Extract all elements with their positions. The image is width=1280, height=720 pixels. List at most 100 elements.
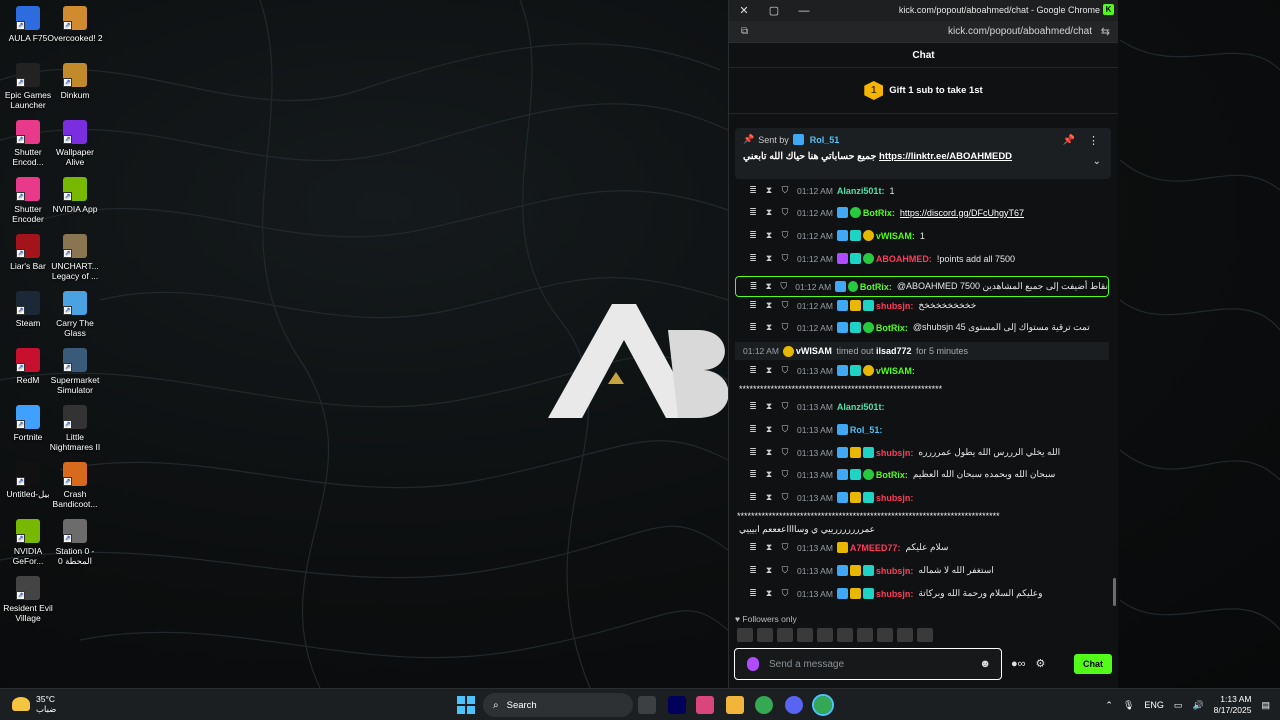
desktop-icon[interactable]: ↗ Overcooked! 2 (47, 6, 103, 43)
chat-message[interactable]: ≣ ⧗ ⛉ 01:13 AM shubsjn: استغفر الله لا شماله (729, 565, 1109, 576)
ban-user-icon[interactable]: ⛉ (777, 365, 793, 376)
ban-user-icon[interactable]: ⛉ (777, 300, 793, 311)
timeout-user-icon[interactable]: ⧗ (761, 469, 777, 480)
unpin-icon[interactable]: 📌 (1063, 135, 1075, 146)
emote-icon[interactable] (857, 628, 873, 642)
ban-user-icon[interactable]: ⛉ (777, 542, 793, 553)
gear-icon[interactable]: ⚙ (1036, 657, 1046, 670)
pin-message-icon[interactable]: ≣ (745, 253, 761, 264)
points-icon[interactable]: ●∞ (1011, 658, 1026, 670)
pin-message-icon[interactable]: ≣ (745, 230, 761, 241)
message-username[interactable]: A7MEED77: (850, 543, 901, 553)
desktop-icon[interactable]: ↗ Wallpaper Alive (47, 120, 103, 167)
ban-user-icon[interactable]: ⛉ (777, 322, 793, 333)
chat-message[interactable]: ≣ ⧗ ⛉ 01:13 AM Rol_51: (729, 424, 1109, 435)
ban-user-icon[interactable]: ⛉ (777, 469, 793, 480)
desktop-icon[interactable]: ↗ Dinkum (47, 63, 103, 100)
emote-icon[interactable] (917, 628, 933, 642)
pin-message-icon[interactable]: ≣ (746, 281, 761, 292)
gift-banner[interactable]: 1 Gift 1 sub to take 1st (729, 68, 1118, 114)
chat-input[interactable]: Send a message ☻ (734, 648, 1002, 680)
timeout-user-icon[interactable]: ⧗ (761, 588, 777, 599)
pin-message-icon[interactable]: ≣ (745, 492, 761, 503)
emote-icon[interactable] (877, 628, 893, 642)
desktop-icon[interactable]: ↗ Little Nightmares II (47, 405, 103, 452)
pinned-link[interactable]: https://linktr.ee/ABOAHMEDD (879, 151, 1012, 162)
ban-user-icon[interactable]: ⛉ (777, 207, 793, 218)
timeout-user-icon[interactable]: ⧗ (761, 565, 777, 576)
desktop-icon[interactable]: ↗ NVIDIA App (47, 177, 103, 214)
capcut-icon[interactable] (696, 696, 714, 714)
file-explorer-icon[interactable] (726, 696, 744, 714)
language-indicator[interactable]: ENG (1144, 700, 1164, 710)
ban-user-icon[interactable]: ⛉ (777, 253, 793, 264)
ban-user-icon[interactable]: ⛉ (777, 447, 793, 458)
emote-icon[interactable] (817, 628, 833, 642)
task-view-icon[interactable] (638, 696, 656, 714)
premiere-pro-icon[interactable] (668, 696, 686, 714)
emote-icon[interactable] (777, 628, 793, 642)
chat-message[interactable]: ≣ ⧗ ⛉ 01:12 AM Alanzi501t: 1 (729, 185, 1109, 196)
pin-message-icon[interactable]: ≣ (745, 542, 761, 553)
message-username[interactable]: BotRix: (876, 323, 908, 333)
start-button[interactable] (457, 696, 475, 714)
pinned-message[interactable]: 📌 Sent by Rol_51 جميع حساباتي هنا حياك ا… (735, 128, 1111, 179)
timeout-user-icon[interactable]: ⧗ (761, 424, 777, 435)
chat-message[interactable]: ≣ ⧗ ⛉ 01:12 AM ABOAHMED: !points add all 7500 (729, 253, 1109, 264)
chevron-down-icon[interactable]: ⌄ (1093, 156, 1101, 167)
timeout-user-icon[interactable]: ⧗ (761, 492, 777, 503)
pin-message-icon[interactable]: ≣ (745, 365, 761, 376)
network-icon[interactable]: ▭ (1174, 700, 1183, 711)
pin-message-icon[interactable]: ≣ (745, 469, 761, 480)
message-username[interactable]: ABOAHMED: (876, 254, 932, 264)
pin-message-icon[interactable]: ≣ (745, 588, 761, 599)
chat-message[interactable]: ≣ ⧗ ⛉ 01:12 AM BotRix: @shubsjn 45 تمت ترقية … (729, 322, 1109, 333)
pin-message-icon[interactable]: ≣ (745, 565, 761, 576)
message-username[interactable]: shubsjn: (876, 301, 914, 311)
microphone-icon[interactable]: 🎙 (1123, 700, 1134, 711)
chat-message[interactable]: ≣ ⧗ ⛉ 01:13 AM vWISAM: (729, 365, 1109, 376)
timeout-user-icon[interactable]: ⧗ (761, 281, 776, 292)
message-username[interactable]: BotRix: (876, 470, 908, 480)
pin-message-icon[interactable]: ≣ (745, 207, 761, 218)
message-username[interactable]: vWISAM: (876, 366, 915, 376)
pinned-sender[interactable]: Rol_51 (810, 135, 840, 145)
chat-message[interactable]: ≣ ⧗ ⛉ 01:13 AM shubsjn: (729, 492, 1109, 503)
chat-message[interactable]: ≣ ⧗ ⛉ 01:12 AM BotRix: @ABOAHMED 7500 نقاط أض… (735, 276, 1109, 297)
message-username[interactable]: vWISAM: (876, 231, 915, 241)
timeout-user-icon[interactable]: ⧗ (761, 365, 777, 376)
desktop-icon[interactable]: ↗ Station 0 - المحطة 0 (47, 519, 103, 566)
message-username[interactable]: Alanzi501t: (837, 186, 885, 196)
emoji-icon[interactable]: ☻ (979, 658, 991, 670)
message-username[interactable]: shubsjn: (876, 493, 914, 503)
emote-icon[interactable] (797, 628, 813, 642)
weather-widget[interactable]: 35°C ضباب (12, 694, 56, 714)
more-options-icon[interactable]: ⋮ (1088, 134, 1099, 147)
desktop-icon[interactable]: ↗ UNCHART... Legacy of ... (47, 234, 103, 281)
chat-scrollbar[interactable] (1113, 578, 1116, 606)
chat-message[interactable]: ≣ ⧗ ⛉ 01:12 AM BotRix: https://discord.gg/DFc… (729, 207, 1109, 218)
ban-user-icon[interactable]: ⛉ (777, 185, 793, 196)
close-window-icon[interactable]: ✕ (729, 4, 759, 17)
taskbar-search[interactable]: ⌕ Search (483, 693, 633, 717)
chat-message[interactable]: ≣ ⧗ ⛉ 01:13 AM Alanzi501t: (729, 401, 1109, 412)
chrome-icon[interactable] (755, 696, 773, 714)
timeout-user-icon[interactable]: ⧗ (761, 542, 777, 553)
pin-message-icon[interactable]: ≣ (745, 424, 761, 435)
chat-message[interactable]: ≣ ⧗ ⛉ 01:13 AM shubsjn: وعليكم السلام ورحمة ا… (729, 588, 1109, 599)
page-settings-icon[interactable]: ⇆ (1101, 25, 1110, 38)
message-username[interactable]: BotRix: (863, 208, 895, 218)
system-target[interactable]: ilsad772 (876, 346, 912, 356)
emote-icon[interactable] (897, 628, 913, 642)
ban-user-icon[interactable]: ⛉ (777, 401, 793, 412)
notifications-icon[interactable]: ▤ (1261, 700, 1270, 711)
pin-message-icon[interactable]: ≣ (745, 300, 761, 311)
message-username[interactable]: Rol_51: (850, 425, 883, 435)
volume-icon[interactable]: 🔊 (1192, 700, 1203, 711)
chevron-up-icon[interactable]: ⌃ (1105, 700, 1113, 711)
url-text[interactable]: kick.com/popout/aboahmed/chat (948, 26, 1092, 37)
timeout-user-icon[interactable]: ⧗ (761, 322, 777, 333)
emote-icon[interactable] (837, 628, 853, 642)
desktop-icon[interactable]: ↗ Carry The Glass (47, 291, 103, 338)
chat-message[interactable]: ≣ ⧗ ⛉ 01:12 AM vWISAM: 1 (729, 230, 1109, 241)
